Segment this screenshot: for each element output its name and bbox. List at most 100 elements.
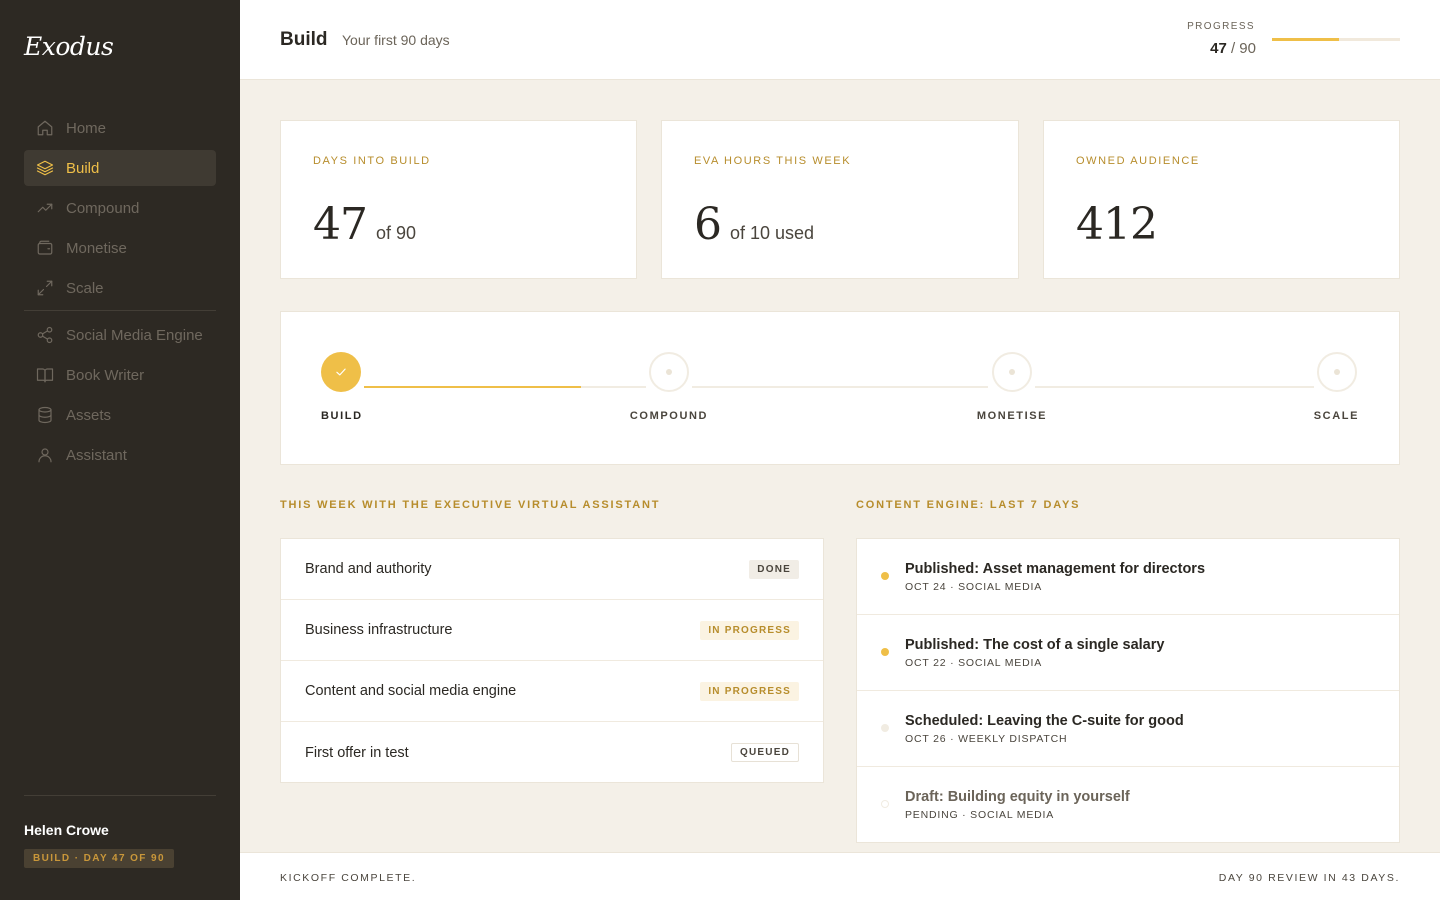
content-title: Scheduled: Leaving the C-suite for good bbox=[905, 713, 1184, 729]
draft-status-icon bbox=[881, 800, 889, 808]
progress-value: 47 / 90 bbox=[1210, 40, 1256, 57]
sidebar-item-label: Social Media Engine bbox=[66, 326, 203, 344]
sidebar-item-label: Assets bbox=[66, 406, 112, 424]
check-icon bbox=[336, 368, 346, 376]
task-name: Business infrastructure bbox=[305, 622, 453, 638]
scheduled-status-icon bbox=[881, 724, 889, 732]
pending-dot-icon bbox=[1334, 369, 1340, 375]
page-title: Build bbox=[280, 29, 328, 50]
content-title: Published: The cost of a single salary bbox=[905, 637, 1165, 653]
stat-value: 412 bbox=[1076, 199, 1158, 250]
sidebar-item-label: Compound bbox=[66, 199, 140, 217]
task-row[interactable]: Business infrastructure IN PROGRESS bbox=[281, 600, 823, 661]
sidebar-item-social-media-engine[interactable]: Social Media Engine bbox=[24, 317, 216, 353]
phase-label-build: BUILD bbox=[321, 410, 363, 422]
user-stage-badge: BUILD · DAY 47 OF 90 bbox=[24, 849, 174, 868]
content-item[interactable]: Draft: Building equity in yourself PENDI… bbox=[857, 767, 1399, 842]
sidebar-item-label: Scale bbox=[66, 279, 104, 297]
sidebar-item-scale[interactable]: Scale bbox=[24, 270, 216, 306]
sidebar-item-monetise[interactable]: Monetise bbox=[24, 230, 216, 266]
phase-label-scale: SCALE bbox=[1313, 410, 1359, 422]
phase-node-scale[interactable] bbox=[1317, 352, 1357, 392]
content-item[interactable]: Scheduled: Leaving the C-suite for good … bbox=[857, 691, 1399, 767]
sidebar-item-compound[interactable]: Compound bbox=[24, 190, 216, 226]
sidebar-item-book-writer[interactable]: Book Writer bbox=[24, 357, 216, 393]
published-status-icon bbox=[881, 572, 889, 580]
trending-up-icon bbox=[36, 199, 54, 217]
stat-card-days: DAYS INTO BUILD 47 of 90 bbox=[280, 120, 637, 279]
task-name: Brand and authority bbox=[305, 561, 432, 577]
stat-label: OWNED AUDIENCE bbox=[1076, 155, 1200, 167]
sidebar-item-label: Build bbox=[66, 159, 100, 177]
sidebar-item-home[interactable]: Home bbox=[24, 110, 216, 146]
stat-label: EVA HOURS THIS WEEK bbox=[694, 155, 852, 167]
user-icon bbox=[36, 446, 54, 464]
book-icon bbox=[36, 366, 54, 384]
phase-node-monetise[interactable] bbox=[992, 352, 1032, 392]
page-header: Build Your first 90 days PROGRESS 47 / 9… bbox=[240, 0, 1440, 80]
sidebar-item-label: Book Writer bbox=[66, 366, 145, 384]
task-name: First offer in test bbox=[305, 744, 409, 761]
stat-number: 47 bbox=[313, 199, 368, 250]
footer-status-left: KICKOFF COMPLETE. bbox=[280, 872, 417, 884]
content-meta: OCT 24 · SOCIAL MEDIA bbox=[905, 581, 1042, 593]
task-list: Brand and authority DONE Business infras… bbox=[280, 538, 824, 783]
content-meta: OCT 22 · SOCIAL MEDIA bbox=[905, 657, 1042, 669]
sidebar-item-build[interactable]: Build bbox=[24, 150, 216, 186]
expand-icon bbox=[36, 279, 54, 297]
content-section-title: CONTENT ENGINE: LAST 7 DAYS bbox=[856, 499, 1081, 511]
phase-node-compound[interactable] bbox=[649, 352, 689, 392]
sidebar: Exodus Home Build Compound Monetise Scal… bbox=[0, 0, 240, 900]
sidebar-item-label: Assistant bbox=[66, 446, 127, 464]
progress-current: 47 bbox=[1210, 40, 1227, 57]
sidebar-item-assets[interactable]: Assets bbox=[24, 397, 216, 433]
share-icon bbox=[36, 326, 54, 344]
published-status-icon bbox=[881, 648, 889, 656]
stat-suffix: of 90 bbox=[376, 223, 417, 243]
progress-bar bbox=[1272, 38, 1400, 41]
app-logo[interactable]: Exodus bbox=[24, 32, 114, 61]
footer-status-right: DAY 90 REVIEW IN 43 DAYS. bbox=[1218, 872, 1400, 884]
stat-value: 6 of 10 used bbox=[694, 199, 814, 250]
sidebar-nav: Home Build Compound Monetise Scale Socia… bbox=[24, 110, 216, 477]
home-icon bbox=[36, 119, 54, 137]
user-name[interactable]: Helen Crowe bbox=[24, 822, 109, 838]
phase-connector-progress bbox=[364, 386, 581, 388]
database-icon bbox=[36, 406, 54, 424]
sidebar-item-label: Monetise bbox=[66, 239, 127, 257]
phase-connector bbox=[692, 386, 988, 388]
content-meta: PENDING · SOCIAL MEDIA bbox=[905, 809, 1055, 821]
tasks-section-title: THIS WEEK WITH THE EXECUTIVE VIRTUAL ASS… bbox=[280, 499, 661, 511]
phase-node-build[interactable] bbox=[321, 352, 361, 392]
progress-total: / 90 bbox=[1230, 40, 1256, 57]
content-list: Published: Asset management for director… bbox=[856, 538, 1400, 843]
wallet-icon bbox=[36, 239, 54, 257]
sidebar-divider bbox=[24, 310, 216, 311]
task-row[interactable]: First offer in test QUEUED bbox=[281, 722, 823, 783]
sidebar-item-label: Home bbox=[66, 119, 107, 137]
stat-number: 412 bbox=[1076, 199, 1158, 250]
progress-bar-fill bbox=[1272, 38, 1339, 41]
content-meta: OCT 26 · WEEKLY DISPATCH bbox=[905, 733, 1068, 745]
pending-dot-icon bbox=[666, 369, 672, 375]
content-item[interactable]: Published: The cost of a single salary O… bbox=[857, 615, 1399, 691]
layers-icon bbox=[36, 159, 54, 177]
content-title: Draft: Building equity in yourself bbox=[905, 789, 1130, 805]
sidebar-footer-divider bbox=[24, 795, 216, 796]
task-name: Content and social media engine bbox=[305, 683, 517, 699]
stat-number: 6 bbox=[694, 199, 722, 250]
phase-connector bbox=[1035, 386, 1314, 388]
task-row[interactable]: Content and social media engine IN PROGR… bbox=[281, 661, 823, 722]
stat-value: 47 of 90 bbox=[313, 199, 416, 250]
task-row[interactable]: Brand and authority DONE bbox=[281, 539, 823, 600]
phase-label-compound: COMPOUND bbox=[629, 410, 709, 422]
status-badge: QUEUED bbox=[731, 743, 799, 762]
status-badge: IN PROGRESS bbox=[700, 620, 799, 640]
sidebar-item-assistant[interactable]: Assistant bbox=[24, 437, 216, 473]
stat-label: DAYS INTO BUILD bbox=[313, 155, 431, 167]
content-item[interactable]: Published: Asset management for director… bbox=[857, 539, 1399, 615]
stat-card-eva-hours: EVA HOURS THIS WEEK 6 of 10 used bbox=[661, 120, 1019, 279]
progress-label: PROGRESS bbox=[1187, 21, 1255, 32]
status-badge: IN PROGRESS bbox=[700, 681, 799, 701]
phase-label-monetise: MONETISE bbox=[976, 410, 1048, 422]
